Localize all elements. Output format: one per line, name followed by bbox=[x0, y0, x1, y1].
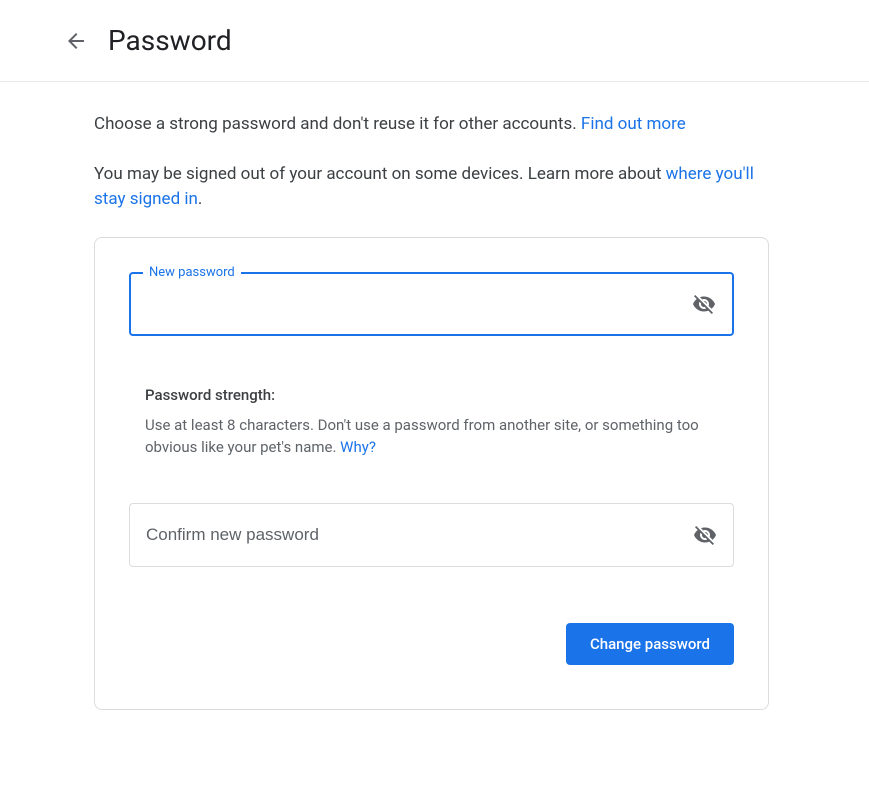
password-strength-hint: Use at least 8 characters. Don't use a p… bbox=[145, 414, 734, 459]
new-password-input[interactable] bbox=[147, 295, 676, 313]
password-form-card: New password Password strength: Use at l… bbox=[94, 237, 769, 710]
new-password-field-wrapper: New password bbox=[129, 272, 734, 336]
find-out-more-link[interactable]: Find out more bbox=[581, 114, 686, 134]
why-link[interactable]: Why? bbox=[340, 438, 376, 456]
intro-text-1: Choose a strong password and don't reuse… bbox=[94, 114, 581, 134]
visibility-off-icon[interactable] bbox=[692, 292, 716, 316]
intro-paragraph-2: You may be signed out of your account on… bbox=[94, 162, 769, 213]
confirm-password-input[interactable] bbox=[146, 525, 677, 545]
intro-paragraph-1: Choose a strong password and don't reuse… bbox=[94, 112, 769, 138]
change-password-button[interactable]: Change password bbox=[566, 623, 734, 665]
visibility-off-icon[interactable] bbox=[693, 523, 717, 547]
confirm-password-field-wrapper bbox=[129, 503, 734, 567]
page-header: Password bbox=[0, 0, 869, 82]
intro-text-2-prefix: You may be signed out of your account on… bbox=[94, 164, 666, 184]
new-password-label: New password bbox=[143, 265, 241, 280]
password-strength-title: Password strength: bbox=[145, 386, 734, 404]
page-title: Password bbox=[108, 24, 232, 57]
back-arrow-icon[interactable] bbox=[64, 29, 88, 53]
password-strength-block: Password strength: Use at least 8 charac… bbox=[129, 346, 734, 503]
strength-hint-text: Use at least 8 characters. Don't use a p… bbox=[145, 416, 699, 457]
intro-text-2-suffix: . bbox=[198, 189, 202, 209]
